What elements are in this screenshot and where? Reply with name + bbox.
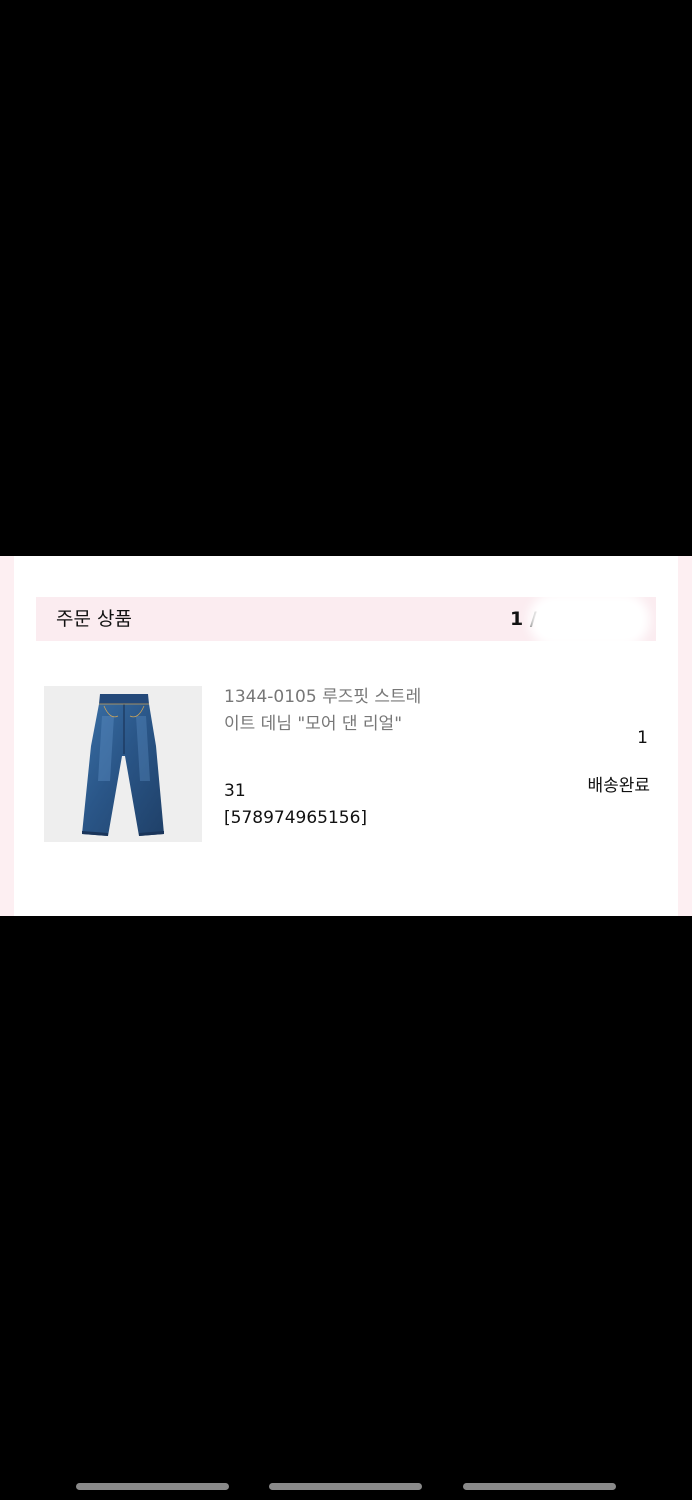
delivery-status: 배송완료 bbox=[587, 776, 650, 796]
redacted-blur bbox=[536, 601, 642, 639]
nav-handle-right bbox=[463, 1483, 616, 1490]
order-items-title: 주문 상품 bbox=[56, 608, 132, 630]
product-thumbnail[interactable] bbox=[44, 686, 202, 842]
nav-handle-left bbox=[76, 1483, 229, 1490]
order-items-header: 주문 상품 1 / bbox=[36, 597, 656, 641]
product-quantity: 1 bbox=[637, 728, 648, 748]
nav-handle-center bbox=[269, 1483, 422, 1490]
product-code: [578974965156] bbox=[224, 808, 368, 828]
order-card: 주문 상품 1 / 1344-0105 루즈핏 스트레이트 데님 "모어 댄 리… bbox=[0, 556, 692, 916]
product-name[interactable]: 1344-0105 루즈핏 스트레이트 데님 "모어 댄 리얼" bbox=[224, 684, 434, 738]
product-option: 31 bbox=[224, 781, 246, 801]
order-items-count: 1 / bbox=[510, 608, 537, 630]
jeans-icon bbox=[82, 694, 164, 836]
order-card-content: 주문 상품 1 / 1344-0105 루즈핏 스트레이트 데님 "모어 댄 리… bbox=[14, 556, 678, 916]
